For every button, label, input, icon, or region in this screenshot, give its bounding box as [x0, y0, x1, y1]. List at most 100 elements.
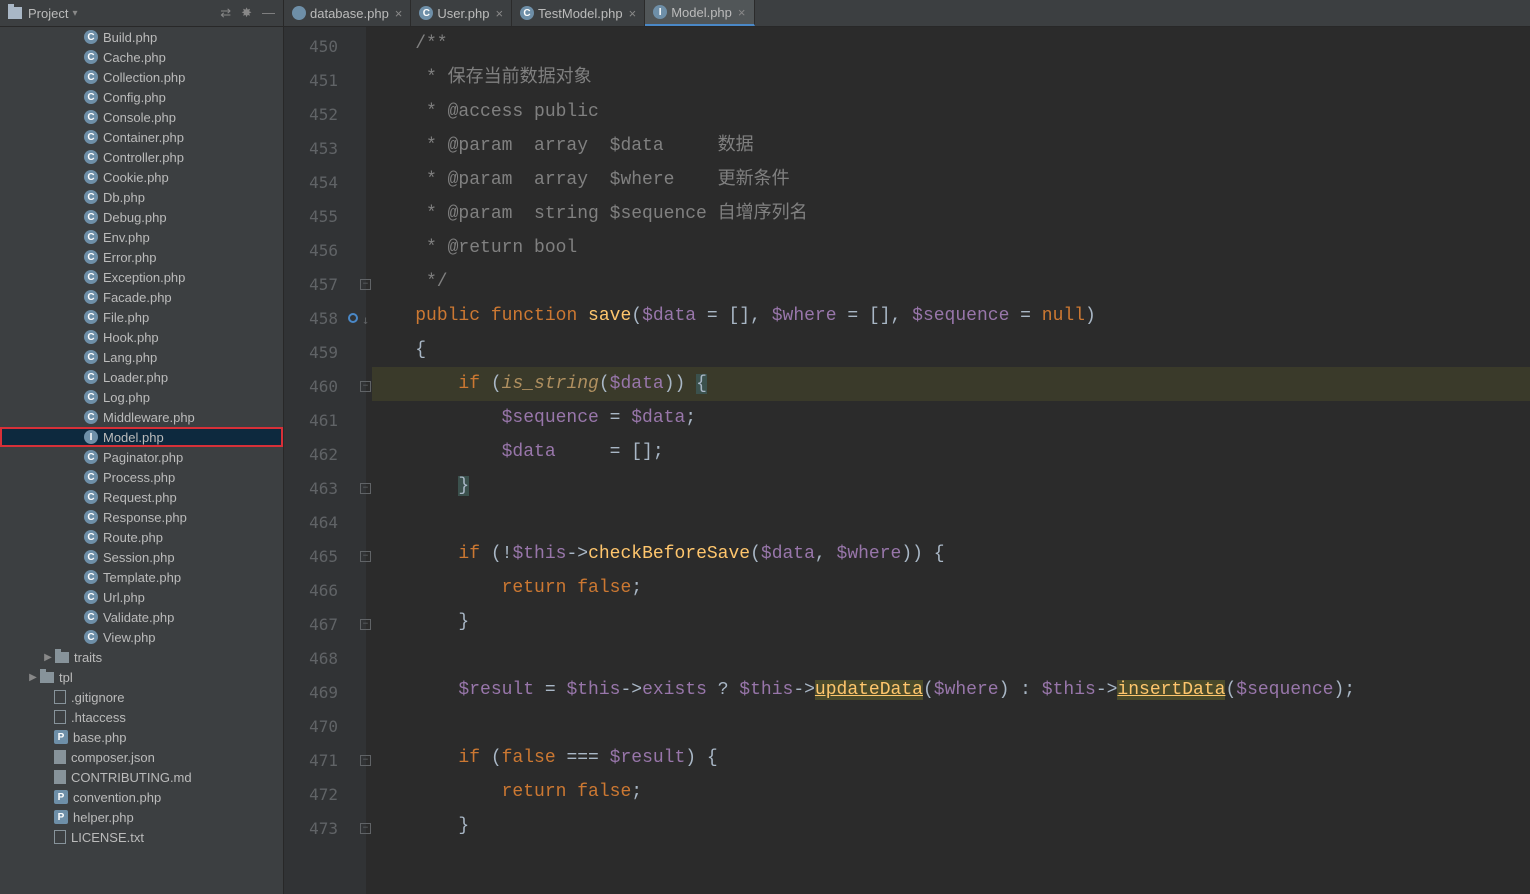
- editor-tab-user-php[interactable]: User.php×: [411, 0, 512, 26]
- line-number[interactable]: 450: [284, 29, 366, 63]
- code-line[interactable]: */: [372, 265, 1530, 299]
- code-line[interactable]: if (false === $result) {: [372, 741, 1530, 775]
- code-line[interactable]: $result = $this->exists ? $this->updateD…: [372, 673, 1530, 707]
- tree-item-composer-json[interactable]: composer.json: [0, 747, 283, 767]
- tree-item-facade-php[interactable]: CFacade.php: [0, 287, 283, 307]
- tree-item-template-php[interactable]: CTemplate.php: [0, 567, 283, 587]
- tree-item-cache-php[interactable]: CCache.php: [0, 47, 283, 67]
- code-line[interactable]: if (is_string($data)) {: [372, 367, 1530, 401]
- tree-item-middleware-php[interactable]: CMiddleware.php: [0, 407, 283, 427]
- line-number[interactable]: 458↓: [284, 301, 366, 335]
- tree-item-error-php[interactable]: CError.php: [0, 247, 283, 267]
- code-line[interactable]: * @return bool: [372, 231, 1530, 265]
- tree-item-debug-php[interactable]: CDebug.php: [0, 207, 283, 227]
- collapse-icon[interactable]: —: [262, 5, 275, 21]
- line-number[interactable]: 460−: [284, 369, 366, 403]
- tree-item-env-php[interactable]: CEnv.php: [0, 227, 283, 247]
- line-number[interactable]: 461: [284, 403, 366, 437]
- project-sidebar[interactable]: CBuild.phpCCache.phpCCollection.phpCConf…: [0, 27, 284, 894]
- override-marker-icon[interactable]: [348, 313, 358, 323]
- close-icon[interactable]: ×: [738, 5, 746, 20]
- code-line[interactable]: [372, 707, 1530, 741]
- code-line[interactable]: [372, 503, 1530, 537]
- code-editor[interactable]: 450451452453454455456457−458↓459460−4614…: [284, 27, 1530, 894]
- tree-item-lang-php[interactable]: CLang.php: [0, 347, 283, 367]
- expand-caret-icon[interactable]: ▶: [41, 652, 55, 663]
- tree-item-contributing-md[interactable]: CONTRIBUTING.md: [0, 767, 283, 787]
- code-line[interactable]: * @param string $sequence 自增序列名: [372, 197, 1530, 231]
- line-number[interactable]: 464: [284, 505, 366, 539]
- tree-item-session-php[interactable]: CSession.php: [0, 547, 283, 567]
- code-line[interactable]: }: [372, 809, 1530, 843]
- tree-item-route-php[interactable]: CRoute.php: [0, 527, 283, 547]
- tree-item-file-php[interactable]: CFile.php: [0, 307, 283, 327]
- tree-item-convention-php[interactable]: Pconvention.php: [0, 787, 283, 807]
- line-number[interactable]: 471−: [284, 743, 366, 777]
- line-number[interactable]: 470: [284, 709, 366, 743]
- tree-item-controller-php[interactable]: CController.php: [0, 147, 283, 167]
- settings-toggle-icon[interactable]: ⇄: [220, 5, 231, 21]
- line-number[interactable]: 469: [284, 675, 366, 709]
- code-line[interactable]: * @access public: [372, 95, 1530, 129]
- code-line[interactable]: $data = [];: [372, 435, 1530, 469]
- tree-item-container-php[interactable]: CContainer.php: [0, 127, 283, 147]
- line-number[interactable]: 453: [284, 131, 366, 165]
- code-line[interactable]: return false;: [372, 775, 1530, 809]
- line-number[interactable]: 456: [284, 233, 366, 267]
- line-number[interactable]: 454: [284, 165, 366, 199]
- tree-item-exception-php[interactable]: CException.php: [0, 267, 283, 287]
- code-line[interactable]: [372, 639, 1530, 673]
- tree-item-config-php[interactable]: CConfig.php: [0, 87, 283, 107]
- tree-item-model-php[interactable]: IModel.php: [0, 427, 283, 447]
- project-tool-header[interactable]: Project ▾ ⇄ ✸ —: [0, 0, 284, 26]
- line-number[interactable]: 472: [284, 777, 366, 811]
- tree-item-cookie-php[interactable]: CCookie.php: [0, 167, 283, 187]
- tree-item-view-php[interactable]: CView.php: [0, 627, 283, 647]
- code-line[interactable]: {: [372, 333, 1530, 367]
- tree-item-build-php[interactable]: CBuild.php: [0, 27, 283, 47]
- code-line[interactable]: }: [372, 605, 1530, 639]
- code-line[interactable]: public function save($data = [], $where …: [372, 299, 1530, 333]
- line-number[interactable]: 473−: [284, 811, 366, 845]
- code-line[interactable]: }: [372, 469, 1530, 503]
- code-line[interactable]: $sequence = $data;: [372, 401, 1530, 435]
- line-number[interactable]: 457−: [284, 267, 366, 301]
- code-line[interactable]: /**: [372, 27, 1530, 61]
- tree-item-db-php[interactable]: CDb.php: [0, 187, 283, 207]
- expand-caret-icon[interactable]: ▶: [26, 672, 40, 683]
- tree-item-helper-php[interactable]: Phelper.php: [0, 807, 283, 827]
- tree-item-base-php[interactable]: Pbase.php: [0, 727, 283, 747]
- tree-item-validate-php[interactable]: CValidate.php: [0, 607, 283, 627]
- code-line[interactable]: * @param array $data 数据: [372, 129, 1530, 163]
- tree-item--htaccess[interactable]: .htaccess: [0, 707, 283, 727]
- line-number[interactable]: 466: [284, 573, 366, 607]
- line-number[interactable]: 467−: [284, 607, 366, 641]
- code-line[interactable]: * 保存当前数据对象: [372, 61, 1530, 95]
- tree-item-traits[interactable]: ▶traits: [0, 647, 283, 667]
- line-number[interactable]: 465−: [284, 539, 366, 573]
- tree-item-tpl[interactable]: ▶tpl: [0, 667, 283, 687]
- tree-item--gitignore[interactable]: .gitignore: [0, 687, 283, 707]
- tree-item-collection-php[interactable]: CCollection.php: [0, 67, 283, 87]
- code-line[interactable]: if (!$this->checkBeforeSave($data, $wher…: [372, 537, 1530, 571]
- close-icon[interactable]: ×: [395, 6, 403, 21]
- dropdown-arrow-icon[interactable]: ▾: [72, 8, 77, 19]
- tree-item-log-php[interactable]: CLog.php: [0, 387, 283, 407]
- code-line[interactable]: return false;: [372, 571, 1530, 605]
- close-icon[interactable]: ×: [629, 6, 637, 21]
- line-number[interactable]: 455: [284, 199, 366, 233]
- tree-item-hook-php[interactable]: CHook.php: [0, 327, 283, 347]
- tree-item-loader-php[interactable]: CLoader.php: [0, 367, 283, 387]
- line-number[interactable]: 459: [284, 335, 366, 369]
- code-area[interactable]: /** * 保存当前数据对象 * @access public * @param…: [366, 27, 1530, 894]
- tree-item-license-txt[interactable]: LICENSE.txt: [0, 827, 283, 847]
- editor-tab-database-php[interactable]: database.php×: [284, 0, 411, 26]
- gear-icon[interactable]: ✸: [241, 5, 252, 21]
- line-number[interactable]: 463−: [284, 471, 366, 505]
- close-icon[interactable]: ×: [495, 6, 503, 21]
- line-number[interactable]: 462: [284, 437, 366, 471]
- line-number[interactable]: 451: [284, 63, 366, 97]
- line-number[interactable]: 468: [284, 641, 366, 675]
- tree-item-process-php[interactable]: CProcess.php: [0, 467, 283, 487]
- tree-item-console-php[interactable]: CConsole.php: [0, 107, 283, 127]
